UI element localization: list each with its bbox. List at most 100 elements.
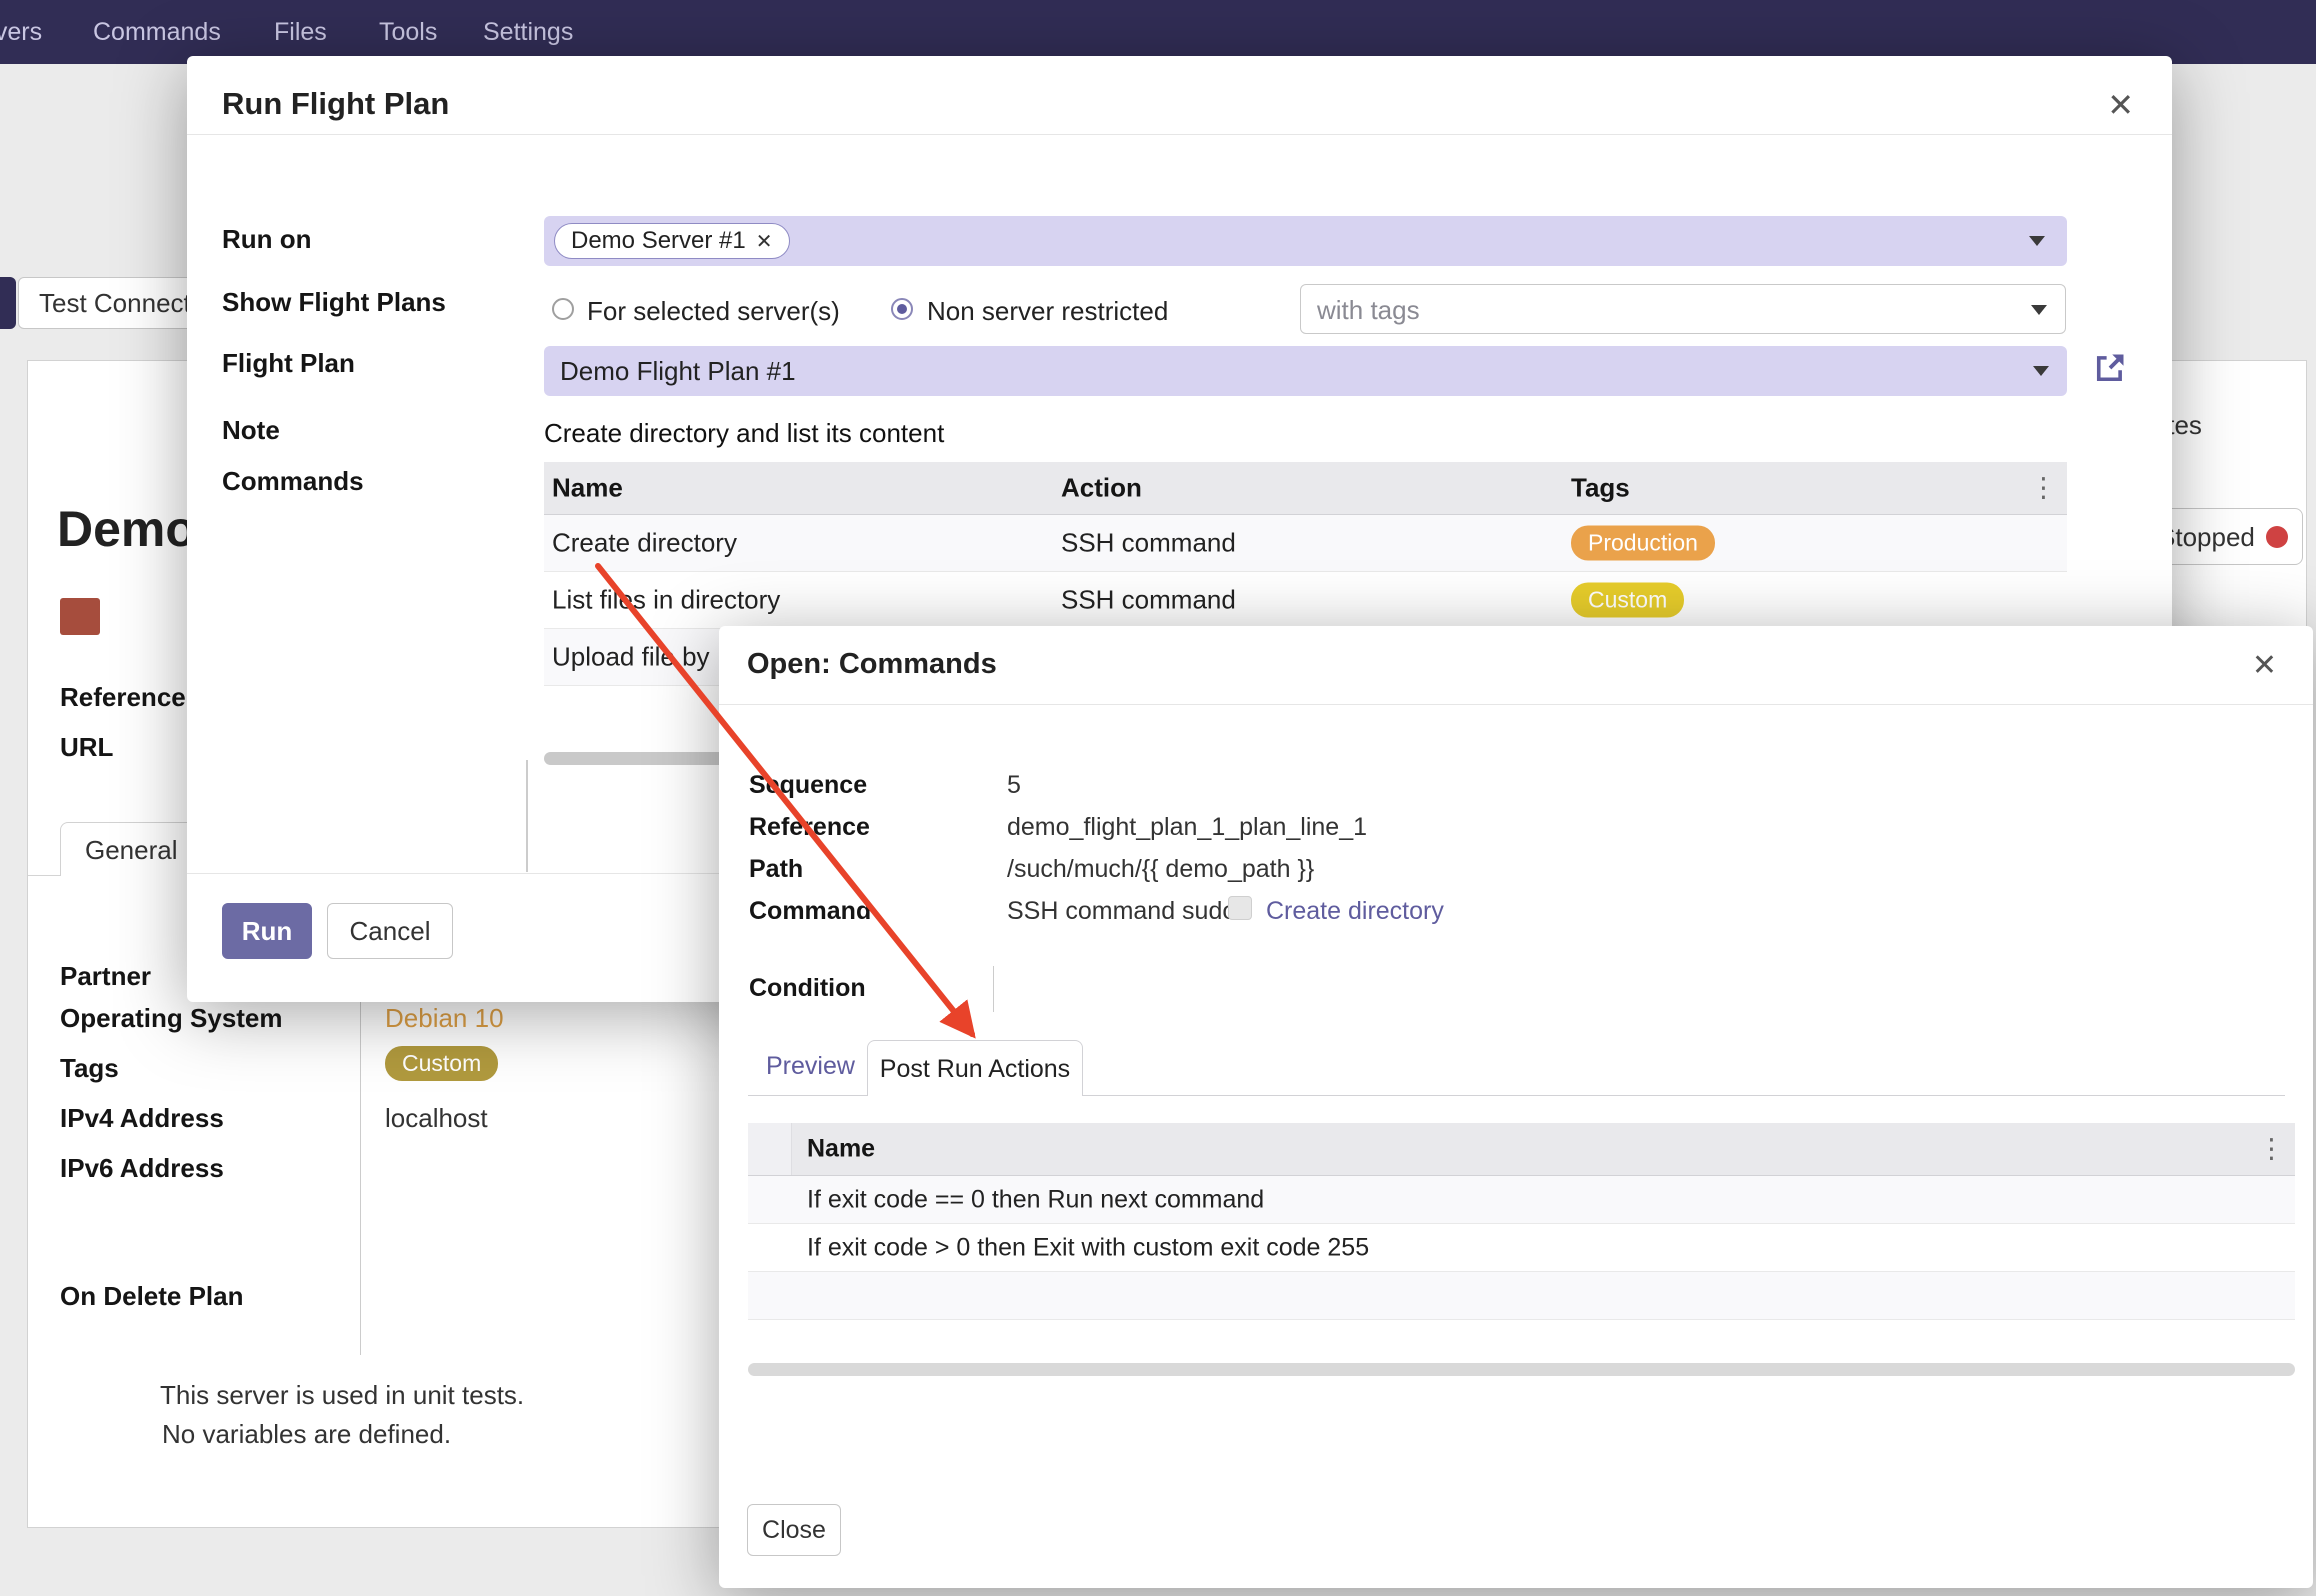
value-reference: demo_flight_plan_1_plan_line_1	[1007, 813, 1367, 842]
table-row[interactable]: If exit code > 0 then Exit with custom e…	[748, 1224, 2295, 1272]
kebab-icon[interactable]: ⋮	[2258, 1134, 2285, 1165]
close-icon[interactable]: ✕	[2107, 86, 2134, 124]
menu-item-settings[interactable]: Settings	[483, 0, 573, 64]
with-tags-select[interactable]: with tags	[1300, 284, 2066, 334]
modal-header-divider	[187, 134, 2172, 135]
run-modal-title: Run Flight Plan	[222, 86, 449, 122]
plan-summary: Create directory and list its content	[544, 418, 944, 449]
select-column-header	[748, 1123, 792, 1175]
row-name: Create directory	[552, 528, 737, 559]
open-commands-modal: Open: Commands ✕ Sequence 5 Reference de…	[719, 626, 2313, 1588]
divider	[526, 760, 528, 872]
radio-non-server-restricted[interactable]	[891, 298, 913, 320]
value-path: /such/much/{{ demo_path }}	[1007, 855, 1314, 884]
label-show-flight-plans: Show Flight Plans	[222, 287, 446, 318]
field-label-tags: Tags	[60, 1053, 119, 1084]
row-name: If exit code == 0 then Run next command	[807, 1185, 1264, 1214]
value-command: SSH command sudo	[1007, 897, 1236, 926]
field-label-operating-system: Operating System	[60, 1003, 283, 1034]
table-row[interactable]: Create directory SSH command Production	[544, 515, 2067, 572]
with-tags-placeholder: with tags	[1317, 295, 1420, 326]
horizontal-scrollbar[interactable]	[748, 1363, 2295, 1376]
flight-plan-select[interactable]: Demo Flight Plan #1	[544, 346, 2067, 396]
chevron-down-icon	[2031, 305, 2047, 315]
tab-post-run-actions-label: Post Run Actions	[880, 1055, 1070, 1083]
commands-modal-title: Open: Commands	[747, 648, 997, 681]
server-tag-label: Demo Server #1	[571, 227, 746, 255]
field-label-url: URL	[60, 732, 113, 763]
commands-table-header: Name Action Tags ⋮	[544, 462, 2067, 515]
status-label: Stopped	[2158, 522, 2255, 553]
field-label-ipv6: IPv6 Address	[60, 1153, 224, 1184]
col-header-tags: Tags	[1571, 473, 1630, 504]
run-button[interactable]: Run	[222, 903, 312, 959]
col-header-name: Name	[552, 473, 623, 504]
condition-divider	[993, 966, 994, 1012]
col-header-name: Name	[807, 1135, 875, 1164]
radio-for-selected-servers[interactable]	[552, 298, 574, 320]
value-tags-badge: Custom	[385, 1046, 498, 1081]
status-dot-icon	[2266, 526, 2288, 548]
field-label-ipv4: IPv4 Address	[60, 1103, 224, 1134]
col-header-action: Action	[1061, 473, 1142, 504]
value-operating-system[interactable]: Debian 10	[385, 1003, 504, 1034]
table-row[interactable]: If exit code == 0 then Run next command	[748, 1176, 2295, 1224]
value-ipv4: localhost	[385, 1103, 488, 1134]
unit-test-note-line1: This server is used in unit tests.	[160, 1380, 524, 1411]
row-tag-wrap: Custom	[1571, 583, 1684, 618]
tag-badge-custom: Custom	[1571, 583, 1684, 618]
label-run-on: Run on	[222, 224, 312, 255]
row-name: Upload file by	[552, 642, 710, 673]
label-sequence: Sequence	[749, 771, 867, 800]
table-row-empty	[748, 1272, 2295, 1320]
label-note: Note	[222, 415, 280, 446]
label-reference: Reference	[749, 813, 870, 842]
label-value-divider	[360, 955, 361, 1355]
run-on-field[interactable]: Demo Server #1 ✕	[544, 216, 2067, 266]
tab-preview[interactable]: Preview	[766, 1052, 855, 1081]
label-commands: Commands	[222, 466, 364, 497]
remove-tag-icon[interactable]: ✕	[756, 229, 773, 254]
menu-item-tools[interactable]: Tools	[379, 0, 437, 64]
unit-test-note-line2: No variables are defined.	[162, 1419, 451, 1450]
table-row[interactable]: List files in directory SSH command Cust…	[544, 572, 2067, 629]
actions-table-header: Name ⋮	[748, 1123, 2295, 1176]
close-button[interactable]: Close	[747, 1504, 841, 1556]
label-command: Command	[749, 897, 871, 926]
row-tag-wrap: Production	[1571, 526, 1715, 561]
create-directory-link[interactable]: Create directory	[1266, 897, 1444, 926]
field-label-reference: Reference	[60, 682, 186, 713]
create-directory-checkbox[interactable]	[1228, 896, 1252, 920]
modal-header-divider	[719, 704, 2313, 705]
chevron-down-icon[interactable]	[2029, 236, 2045, 246]
screen: Servers Commands Files Tools Settings Te…	[0, 0, 2316, 1596]
primary-button-sliver[interactable]	[0, 277, 16, 329]
menu-item-servers[interactable]: Servers	[0, 0, 42, 64]
tab-post-run-actions[interactable]: Post Run Actions	[867, 1040, 1083, 1096]
radio-for-selected-servers-label[interactable]: For selected server(s)	[587, 296, 840, 327]
menu-item-commands[interactable]: Commands	[93, 0, 221, 64]
field-label-partner: Partner	[60, 961, 151, 992]
tab-general-label: General	[85, 835, 178, 866]
radio-non-server-restricted-label[interactable]: Non server restricted	[927, 296, 1168, 327]
row-action: SSH command	[1061, 528, 1236, 559]
kebab-icon[interactable]: ⋮	[2030, 473, 2057, 504]
row-name: If exit code > 0 then Exit with custom e…	[807, 1233, 1369, 1262]
field-label-on-delete-plan: On Delete Plan	[60, 1281, 244, 1312]
flight-plan-value: Demo Flight Plan #1	[560, 356, 796, 387]
label-condition: Condition	[749, 974, 866, 1003]
row-action: SSH command	[1061, 585, 1236, 616]
close-icon[interactable]: ✕	[2252, 648, 2277, 683]
external-link-icon[interactable]	[2092, 350, 2128, 386]
label-path: Path	[749, 855, 803, 884]
server-tag-pill[interactable]: Demo Server #1 ✕	[554, 223, 790, 259]
row-name: List files in directory	[552, 585, 780, 616]
chevron-down-icon	[2033, 366, 2049, 376]
topbar: Servers Commands Files Tools Settings	[0, 0, 2316, 64]
label-flight-plan: Flight Plan	[222, 348, 355, 379]
value-sequence: 5	[1007, 771, 1021, 800]
menu-item-files[interactable]: Files	[274, 0, 327, 64]
tag-badge-production: Production	[1571, 526, 1715, 561]
cancel-button[interactable]: Cancel	[327, 903, 453, 959]
color-swatch[interactable]	[60, 598, 100, 635]
